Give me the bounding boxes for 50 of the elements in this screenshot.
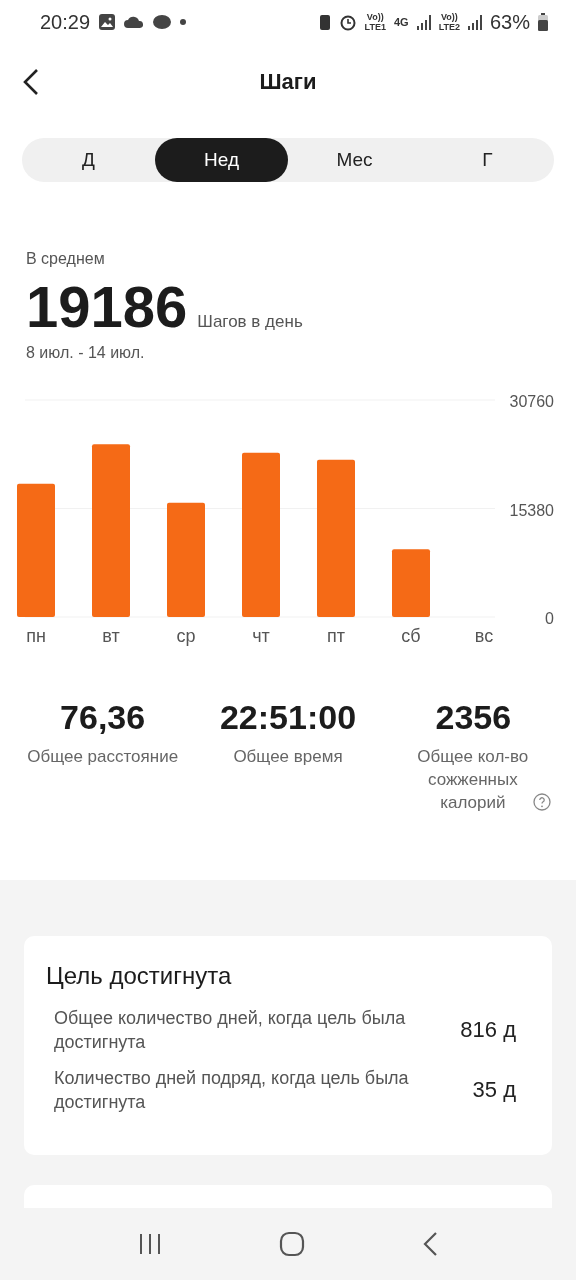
axis-label: сб: [401, 626, 421, 646]
back-icon[interactable]: [22, 68, 40, 96]
alarm-icon: [338, 13, 357, 31]
row-label: Общее количество дней, когда цель была достигнута: [54, 1007, 407, 1054]
period-tab[interactable]: Мес: [288, 138, 421, 182]
stat-value: 2356: [435, 698, 512, 737]
cloud-icon: [124, 15, 145, 29]
signal-icon: [467, 14, 482, 30]
axis-label: пт: [327, 626, 345, 646]
date-range: 8 июл. - 14 июл.: [26, 344, 146, 362]
home-icon[interactable]: [279, 1231, 305, 1257]
average-value: 19186: [26, 274, 188, 340]
row-label: Количество дней подряд, когда цель была достигнута: [54, 1067, 410, 1114]
stat-value: 76,36: [60, 698, 146, 737]
chart-bar: [392, 549, 430, 617]
stat-label: Общее расстояние: [27, 746, 179, 768]
network-label: 4G: [393, 17, 409, 27]
row-value: 816 д: [460, 1017, 516, 1043]
unit-label: Шагов в день: [197, 312, 303, 332]
help-icon[interactable]: [532, 793, 551, 811]
axis-label: 15380: [509, 501, 554, 519]
average-caption: В среднем: [26, 250, 106, 268]
dot-icon: [180, 19, 187, 25]
network-label: LTE1: [364, 22, 386, 32]
network-label: Vo)): [366, 12, 384, 22]
row-value: 35 д: [472, 1077, 516, 1103]
axis-label: ср: [176, 626, 196, 646]
stat-label: Общее время: [233, 746, 343, 768]
network-label: Vo)): [440, 12, 458, 22]
signal-icon: [416, 14, 431, 30]
stat-label: Общее кол-во сожженных калорий: [416, 746, 530, 814]
period-tab[interactable]: Д: [22, 138, 155, 182]
network-label: LTE2: [438, 22, 460, 32]
axis-label: пн: [26, 626, 46, 646]
axis-label: 0: [545, 610, 554, 627]
page-title: Шаги: [259, 69, 317, 95]
battery-percent: 63%: [489, 10, 530, 34]
axis-label: вс: [474, 626, 494, 646]
status-time: 20:29: [40, 10, 91, 34]
stat-value: 22:51:00: [219, 698, 357, 737]
battery-icon: [538, 13, 548, 31]
image-icon: [98, 13, 117, 31]
axis-label: чт: [252, 626, 270, 646]
period-tab[interactable]: Нед: [155, 138, 288, 182]
card-title: Цель достигнута: [46, 962, 233, 990]
period-tab[interactable]: Г: [421, 138, 554, 182]
axis-label: 30760: [509, 393, 554, 410]
recent-apps-icon[interactable]: [138, 1232, 163, 1256]
axis-label: вт: [102, 626, 120, 646]
back-icon[interactable]: [421, 1231, 438, 1257]
